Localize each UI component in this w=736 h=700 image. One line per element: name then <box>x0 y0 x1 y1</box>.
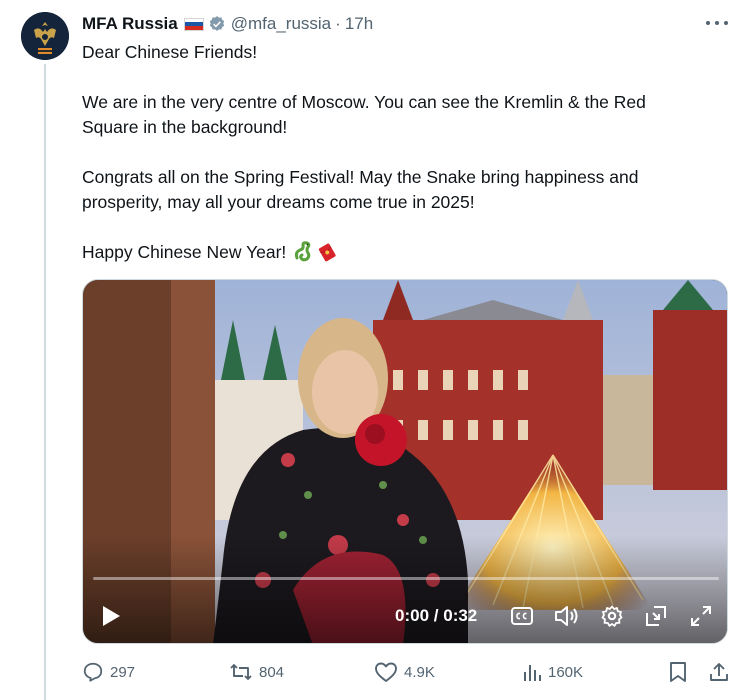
avatar[interactable] <box>21 12 69 60</box>
text-line: Happy Chinese New Year! <box>82 242 287 262</box>
text-line: prosperity, may all your dreams come tru… <box>82 192 475 212</box>
reply-icon <box>83 662 103 682</box>
duration: 0:32 <box>443 606 478 625</box>
thread-line <box>44 64 46 700</box>
red-envelope-emoji-icon <box>319 243 336 262</box>
author-handle[interactable]: @mfa_russia <box>231 14 331 34</box>
post-time[interactable]: 17h <box>345 14 373 34</box>
bookmark-button[interactable] <box>668 658 694 686</box>
reply-count: 297 <box>110 663 136 681</box>
coat-of-arms-icon <box>21 12 69 60</box>
video-progress-bar[interactable] <box>93 577 719 580</box>
views-button[interactable]: 160K <box>522 658 583 686</box>
like-button[interactable]: 4.9K <box>374 658 435 686</box>
russia-flag-icon <box>183 17 204 31</box>
current-time: 0:00 <box>395 606 430 625</box>
text-line: We are in the very centre of Moscow. You… <box>82 92 646 112</box>
verified-badge-icon[interactable] <box>208 15 226 33</box>
picture-in-picture-icon[interactable] <box>643 598 669 634</box>
repost-icon <box>230 664 252 680</box>
reply-button[interactable]: 297 <box>82 658 135 686</box>
play-icon[interactable] <box>97 598 125 634</box>
post-text: Dear Chinese Friends! We are in the very… <box>82 40 722 265</box>
analytics-bar-icon <box>524 665 541 681</box>
share-icon <box>710 663 728 681</box>
separator-dot: · <box>335 14 341 33</box>
share-button[interactable] <box>708 658 736 686</box>
view-count: 160K <box>548 663 584 681</box>
video-frame <box>83 280 727 643</box>
fullscreen-icon[interactable] <box>688 598 714 634</box>
video-timecode: 0:00 / 0:32 <box>395 606 477 626</box>
settings-gear-icon[interactable] <box>599 598 625 634</box>
like-count: 4.9K <box>404 663 435 681</box>
text-line-with-emoji: Happy Chinese New Year! <box>82 240 722 265</box>
more-options-icon[interactable] <box>706 14 728 32</box>
video-player[interactable]: 0:00 / 0:32 <box>82 279 728 644</box>
bookmark-icon <box>670 662 686 682</box>
repost-count: 804 <box>259 663 285 681</box>
volume-icon[interactable] <box>553 598 581 634</box>
snake-emoji-icon <box>295 241 311 262</box>
text-line: Congrats all on the Spring Festival! May… <box>82 167 639 187</box>
post-actions: 297 804 4.9K 160K <box>82 656 732 688</box>
author-name[interactable]: MFA Russia <box>82 14 178 34</box>
repost-button[interactable]: 804 <box>229 658 284 686</box>
time-separator: / <box>433 606 439 625</box>
captions-icon[interactable] <box>509 598 535 634</box>
text-line: Square in the background! <box>82 117 288 137</box>
text-line: Dear Chinese Friends! <box>82 42 258 62</box>
post-header: MFA Russia @mfa_russia · 17h <box>82 13 373 35</box>
heart-icon <box>375 662 397 682</box>
video-controls: 0:00 / 0:32 <box>83 598 727 638</box>
